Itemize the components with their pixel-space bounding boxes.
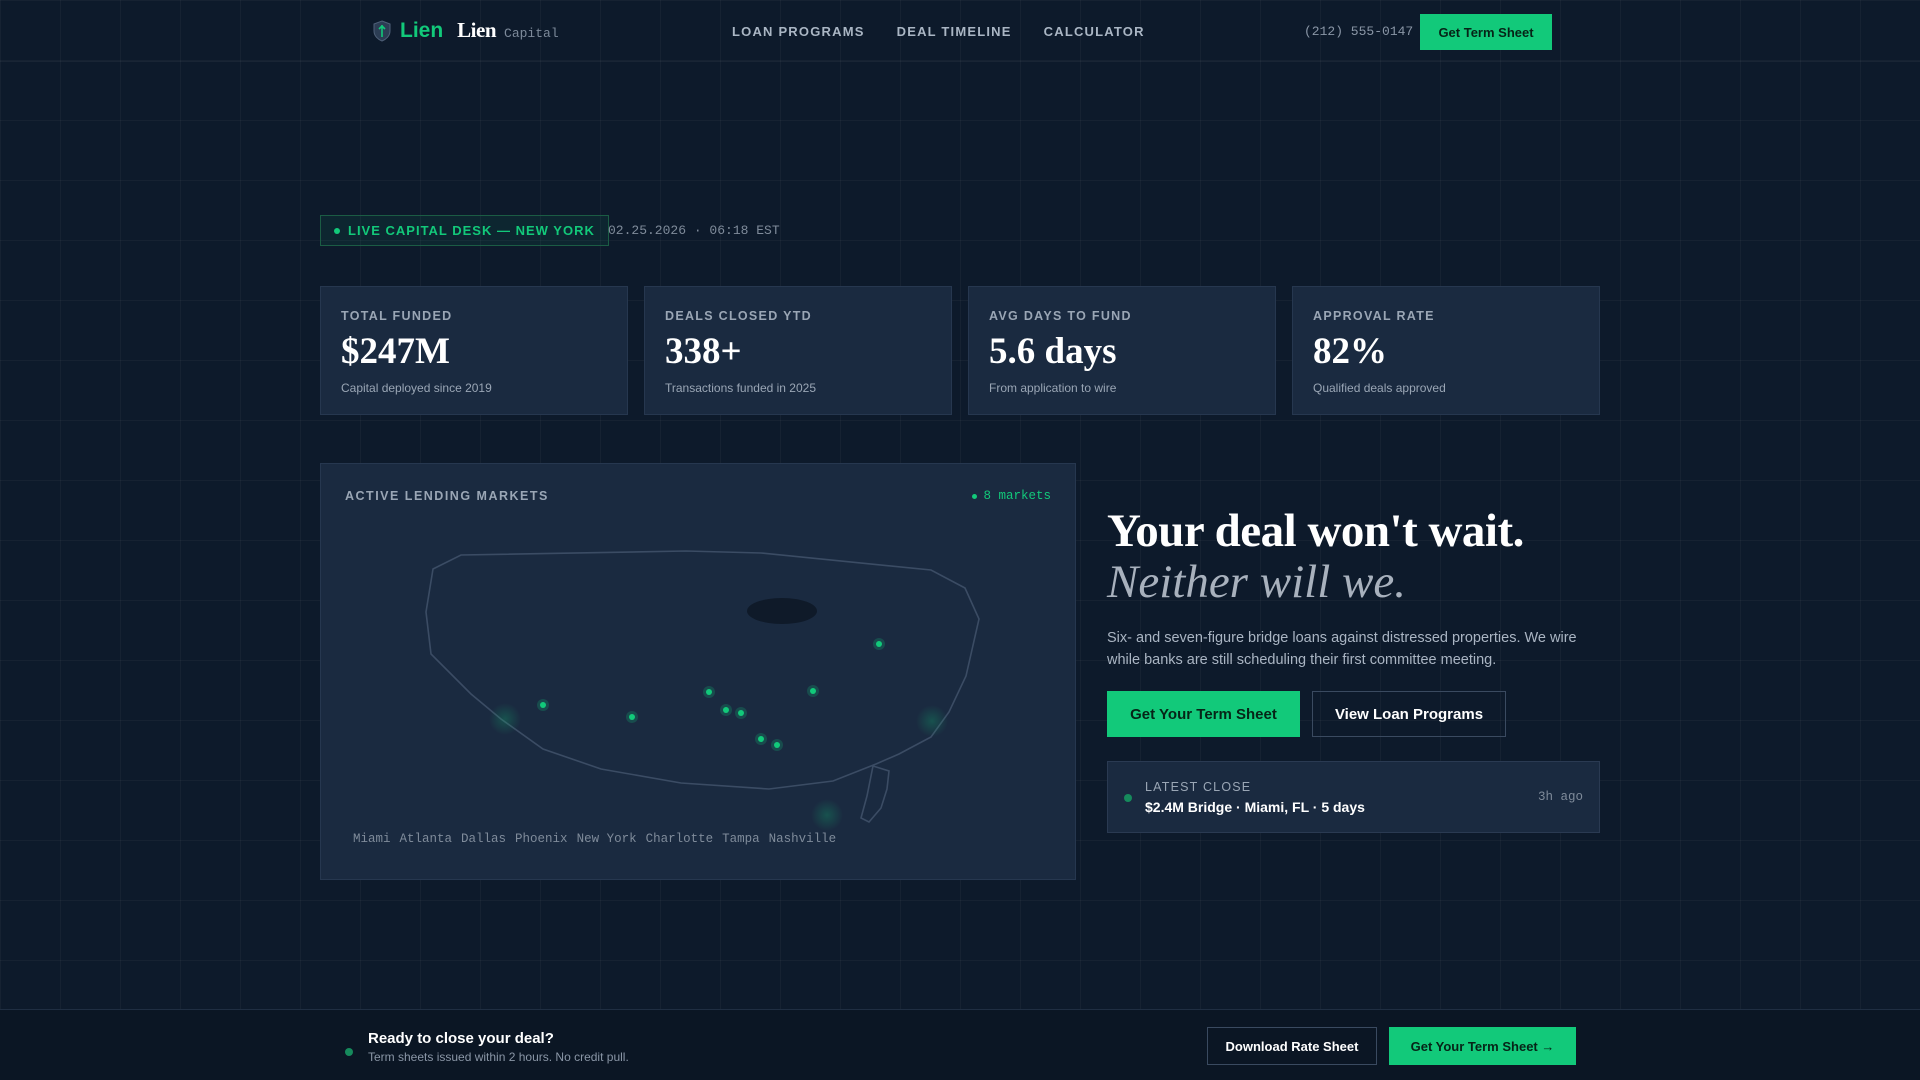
status-datetime: 02.25.2026 · 06:18 EST [608,223,780,238]
market-marker [723,707,729,713]
download-rate-sheet-button[interactable]: Download Rate Sheet [1207,1027,1377,1065]
live-indicator-dot [334,227,340,234]
stats-row: TOTAL FUNDED $247M Capital deployed sinc… [320,286,1600,415]
city-list: Miami Atlanta Dallas Phoenix New York Ch… [353,832,836,846]
map-glow-group [489,703,948,831]
view-loan-programs-button[interactable]: View Loan Programs [1312,691,1506,737]
live-status-badge: LIVE CAPITAL DESK — NEW YORK [320,215,609,246]
market-marker [876,641,882,647]
stat-description: Qualified deals approved [1313,380,1446,395]
stat-card-approval-rate: APPROVAL RATE 82% Qualified deals approv… [1292,286,1600,415]
top-nav: Lien Lien Capital LOAN PROGRAMS DEAL TIM… [0,0,1920,62]
logo-wordmark: Lien [457,18,497,42]
great-lakes [747,598,817,624]
get-term-sheet-button[interactable]: Get Term Sheet [1420,14,1552,50]
shield-icon [373,19,391,42]
stat-value: 82% [1313,331,1387,372]
stat-card-total-funded: TOTAL FUNDED $247M Capital deployed sinc… [320,286,628,415]
latest-close-value: $2.4M Bridge · Miami, FL · 5 days [1145,799,1365,815]
market-marker [629,714,635,720]
phone-number[interactable]: (212) 555-0147 [1304,24,1413,39]
hero-headline: Your deal won't wait. [1107,505,1524,557]
hero-subheadline: Neither will we. [1107,556,1406,609]
stat-label: TOTAL FUNDED [341,309,453,323]
nav-links: LOAN PROGRAMS DEAL TIMELINE CALCULATOR [732,24,1145,39]
nav-link-deal-timeline[interactable]: DEAL TIMELINE [897,24,1012,39]
lending-markets-card: ACTIVE LENDING MARKETS 8 markets Miami A… [320,463,1076,880]
market-marker [706,689,712,695]
stat-value: $247M [341,331,450,372]
get-your-term-sheet-button[interactable]: Get Your Term Sheet [1107,691,1300,737]
nav-link-loan-programs[interactable]: LOAN PROGRAMS [732,24,865,39]
logo[interactable]: Lien Lien Capital [372,18,559,43]
hero: Your deal won't wait. Neither will we. S… [1107,505,1607,671]
city-label: Atlanta [399,832,453,846]
stat-card-avg-days: AVG DAYS TO FUND 5.6 days From applicati… [968,286,1276,415]
footer-get-term-sheet-button[interactable]: Get Your Term Sheet → [1389,1027,1576,1065]
market-marker [758,736,764,742]
stat-description: Capital deployed since 2019 [341,380,492,395]
nav-link-calculator[interactable]: CALCULATOR [1044,24,1145,39]
stat-value: 338+ [665,331,742,372]
hero-description: Six- and seven-figure bridge loans again… [1107,629,1577,668]
city-label: New York [576,832,637,846]
logo-subtitle: Capital [504,26,559,41]
us-map [425,550,980,831]
city-label: Charlotte [645,832,714,846]
market-marker [738,710,744,716]
stat-description: From application to wire [989,380,1117,395]
florida-outline [860,764,890,823]
live-status-label: LIVE CAPITAL DESK — NEW YORK [348,223,595,238]
hero-actions: Get Your Term Sheet View Loan Programs [1107,691,1506,737]
stat-description: Transactions funded in 2025 [665,380,816,395]
us-outline [425,550,980,790]
market-glow [811,799,843,831]
logo-brand: Lien [400,18,444,42]
city-label: Nashville [768,832,837,846]
cta-bar-subtitle: Term sheets issued within 2 hours. No cr… [368,1050,629,1064]
market-marker [810,688,816,694]
latest-close-card: LATEST CLOSE $2.4M Bridge · Miami, FL · … [1107,761,1600,833]
market-glow [916,705,948,737]
market-markers [537,638,885,751]
market-marker [540,702,546,708]
stat-card-deals-closed: DEALS CLOSED YTD 338+ Transactions funde… [644,286,952,415]
market-glow [489,703,521,735]
latest-indicator-dot [1124,794,1132,802]
city-label: Miami [353,832,391,846]
cta-bar-title: Ready to close your deal? [368,1030,554,1047]
stat-label: APPROVAL RATE [1313,309,1435,323]
city-label: Phoenix [515,832,568,846]
stat-value: 5.6 days [989,331,1117,372]
stat-label: DEALS CLOSED YTD [665,309,812,323]
latest-close-time: 3h ago [1537,790,1583,804]
sticky-cta-bar: Ready to close your deal? Term sheets is… [0,1009,1920,1080]
city-label: Tampa [722,832,760,846]
market-marker [774,742,780,748]
cta-indicator-dot [345,1048,353,1056]
city-label: Dallas [461,832,507,846]
latest-close-label: LATEST CLOSE [1145,780,1252,794]
stat-label: AVG DAYS TO FUND [989,309,1132,323]
